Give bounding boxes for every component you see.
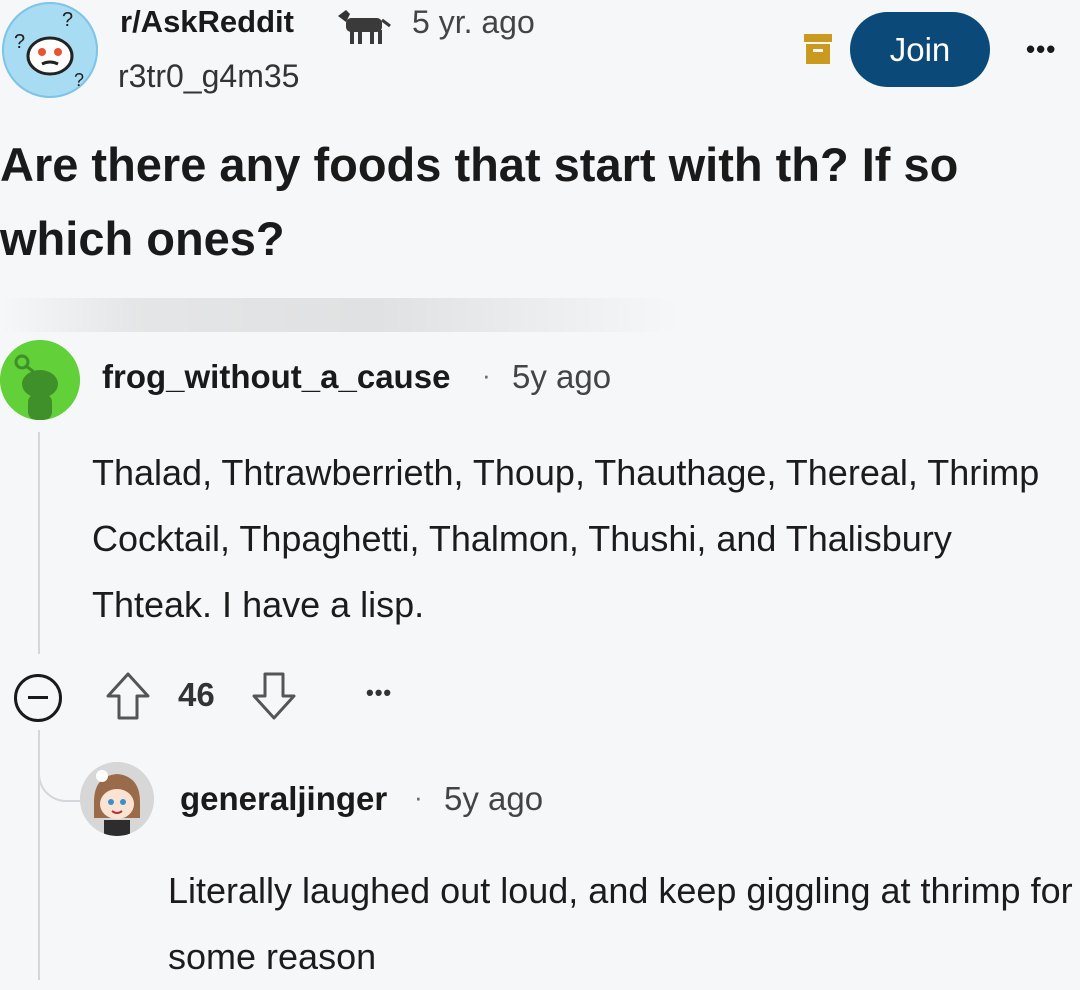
divider	[0, 298, 680, 332]
reply-connector	[38, 760, 84, 802]
upvote-icon	[106, 672, 150, 720]
commenter-avatar[interactable]	[0, 340, 80, 420]
snoo-avatar-icon	[0, 340, 80, 420]
upvote-button[interactable]	[104, 670, 152, 722]
archive-icon	[803, 33, 833, 65]
comment-timestamp: 5y ago	[444, 780, 544, 817]
svg-text:?: ?	[14, 31, 25, 53]
comment-author[interactable]: frog_without_a_cause	[102, 358, 450, 396]
subreddit-avatar[interactable]: ? ? ?	[2, 2, 98, 98]
separator-dot: ·	[482, 360, 491, 390]
downvote-button[interactable]	[250, 670, 298, 722]
post-more-options-button[interactable]: •••	[1026, 34, 1056, 65]
subreddit-avatar-icon: ? ? ?	[2, 2, 98, 98]
comment-timestamp: 5y ago	[512, 358, 612, 395]
svg-text:?: ?	[62, 9, 73, 31]
svg-text:?: ?	[74, 70, 84, 90]
separator-dot: ·	[414, 782, 423, 812]
post-timestamp: 5 yr. ago	[412, 4, 535, 40]
collapse-thread-button[interactable]	[14, 674, 62, 722]
donkey-flair-icon	[332, 6, 396, 46]
post-title: Are there any foods that start with th? …	[0, 138, 959, 265]
comment-more-options-button[interactable]: •••	[366, 680, 392, 706]
downvote-icon	[252, 672, 296, 720]
comment-body: Thalad, Thtrawberrieth, Thoup, Thauthage…	[92, 452, 1040, 625]
collapse-icon	[28, 696, 48, 699]
thread-line[interactable]	[38, 432, 40, 654]
subreddit-name[interactable]: r/AskReddit	[120, 4, 294, 40]
vote-score: 46	[178, 676, 215, 713]
comment-author[interactable]: generaljinger	[180, 780, 387, 818]
anime-avatar-icon	[80, 762, 154, 836]
post-author[interactable]: r3tr0_g4m35	[118, 58, 299, 95]
comment-body: Literally laughed out loud, and keep gig…	[168, 870, 1073, 977]
join-button[interactable]: Join	[850, 12, 990, 87]
commenter-avatar[interactable]	[80, 762, 154, 836]
